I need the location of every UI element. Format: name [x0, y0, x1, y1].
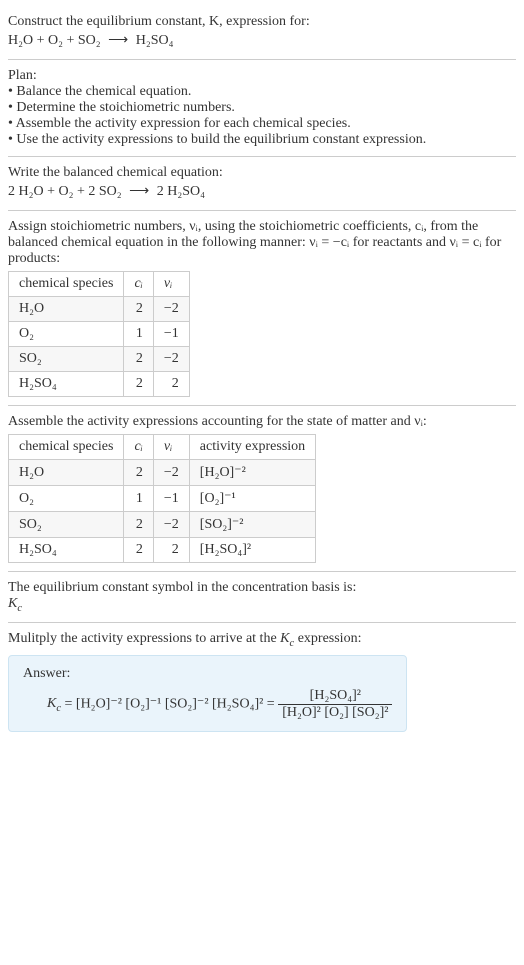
table-row: O₂ 1 −1 [O₂]⁻¹ [9, 486, 316, 512]
cell-species: H₂SO₄ [9, 372, 124, 397]
activity: Assemble the activity expressions accoun… [8, 408, 516, 569]
balanced-equation: 2 H₂O + O₂ + 2 SO₂ 2 H₂SO₄ [8, 183, 516, 200]
cell-ci: 2 [124, 372, 153, 397]
eq-right: H₂SO₄ [136, 33, 174, 48]
final-intro: Mulitply the activity expressions to arr… [8, 631, 516, 649]
cell-expr: [SO₂]⁻² [189, 512, 315, 538]
cell-ci: 1 [124, 486, 153, 512]
cell-expr: [H₂SO₄]² [189, 538, 315, 563]
plan-item: • Balance the chemical equation. [8, 84, 516, 100]
col-ci: cᵢ [124, 435, 153, 460]
cell-expr: [O₂]⁻¹ [189, 486, 315, 512]
plan-title: Plan: [8, 68, 516, 84]
cell-vi: −2 [153, 460, 189, 486]
frac-numerator: [H₂SO₄]² [278, 688, 392, 705]
divider [8, 571, 516, 572]
answer-label: Answer: [23, 666, 392, 682]
cell-vi: −2 [153, 347, 189, 372]
cell-vi: −1 [153, 322, 189, 347]
kc-expression: Kc = [H₂O]⁻² [O₂]⁻¹ [SO₂]⁻² [H₂SO₄]² = [… [47, 688, 392, 721]
cell-species: SO₂ [9, 512, 124, 538]
cell-ci: 2 [124, 512, 153, 538]
prompt-title: Construct the equilibrium constant, K, e… [8, 14, 516, 30]
kc-fraction: [H₂SO₄]² [H₂O]² [O₂] [SO₂]² [278, 688, 392, 721]
col-vi: νᵢ [153, 435, 189, 460]
divider [8, 405, 516, 406]
eq-right: 2 H₂SO₄ [157, 184, 205, 199]
table-header-row: chemical species cᵢ νᵢ [9, 272, 190, 297]
plan-item: • Determine the stoichiometric numbers. [8, 100, 516, 116]
stoich-intro: Assign stoichiometric numbers, νᵢ, using… [8, 219, 516, 267]
cell-species: H₂O [9, 297, 124, 322]
plan: Plan: • Balance the chemical equation. •… [8, 62, 516, 154]
divider [8, 210, 516, 211]
frac-denominator: [H₂O]² [O₂] [SO₂]² [278, 705, 392, 721]
table-header-row: chemical species cᵢ νᵢ activity expressi… [9, 435, 316, 460]
col-species: chemical species [9, 435, 124, 460]
cell-ci: 1 [124, 322, 153, 347]
kc-eq: = [H₂O]⁻² [O₂]⁻¹ [SO₂]⁻² [H₂SO₄]² = [65, 696, 279, 711]
cell-vi: −1 [153, 486, 189, 512]
cell-ci: 2 [124, 297, 153, 322]
prompt-equation: H₂O + O₂ + SO₂ H₂SO₄ [8, 32, 516, 49]
table-row: H₂SO₄ 2 2 [9, 372, 190, 397]
final: Mulitply the activity expressions to arr… [8, 625, 516, 738]
cell-expr: [H₂O]⁻² [189, 460, 315, 486]
divider [8, 59, 516, 60]
arrow-icon [104, 33, 132, 48]
cell-species: O₂ [9, 486, 124, 512]
cell-vi: −2 [153, 297, 189, 322]
kc-symbol-text: The equilibrium constant symbol in the c… [8, 580, 516, 596]
table-row: SO₂ 2 −2 [9, 347, 190, 372]
cell-species: H₂O [9, 460, 124, 486]
stoich: Assign stoichiometric numbers, νᵢ, using… [8, 213, 516, 403]
cell-ci: 2 [124, 347, 153, 372]
col-species: chemical species [9, 272, 124, 297]
cell-vi: −2 [153, 512, 189, 538]
table-row: H₂O 2 −2 [9, 297, 190, 322]
kc-symbol-value: Kc [8, 596, 516, 614]
answer-box: Answer: Kc = [H₂O]⁻² [O₂]⁻¹ [SO₂]⁻² [H₂S… [8, 655, 407, 732]
cell-vi: 2 [153, 372, 189, 397]
balanced: Write the balanced chemical equation: 2 … [8, 159, 516, 208]
cell-species: O₂ [9, 322, 124, 347]
activity-intro: Assemble the activity expressions accoun… [8, 414, 516, 430]
activity-table: chemical species cᵢ νᵢ activity expressi… [8, 434, 316, 563]
col-vi: νᵢ [153, 272, 189, 297]
plan-item: • Assemble the activity expression for e… [8, 116, 516, 132]
divider [8, 622, 516, 623]
plan-item: • Use the activity expressions to build … [8, 132, 516, 148]
eq-left: H₂O + O₂ + SO₂ [8, 33, 101, 48]
divider [8, 156, 516, 157]
table-row: H₂O 2 −2 [H₂O]⁻² [9, 460, 316, 486]
table-row: H₂SO₄ 2 2 [H₂SO₄]² [9, 538, 316, 563]
col-expr: activity expression [189, 435, 315, 460]
eq-left: 2 H₂O + O₂ + 2 SO₂ [8, 184, 122, 199]
cell-species: H₂SO₄ [9, 538, 124, 563]
arrow-icon [125, 184, 153, 199]
balanced-title: Write the balanced chemical equation: [8, 165, 516, 181]
prompt-text: Construct the equilibrium constant, K, e… [8, 14, 310, 29]
prompt: Construct the equilibrium constant, K, e… [8, 8, 516, 57]
table-row: SO₂ 2 −2 [SO₂]⁻² [9, 512, 316, 538]
cell-ci: 2 [124, 460, 153, 486]
final-intro-text: Mulitply the activity expressions to arr… [8, 631, 361, 646]
cell-species: SO₂ [9, 347, 124, 372]
kc-symbol: The equilibrium constant symbol in the c… [8, 574, 516, 620]
cell-ci: 2 [124, 538, 153, 563]
cell-vi: 2 [153, 538, 189, 563]
stoich-table: chemical species cᵢ νᵢ H₂O 2 −2 O₂ 1 −1 … [8, 271, 190, 397]
kc-var: Kc [47, 696, 61, 711]
table-row: O₂ 1 −1 [9, 322, 190, 347]
col-ci: cᵢ [124, 272, 153, 297]
